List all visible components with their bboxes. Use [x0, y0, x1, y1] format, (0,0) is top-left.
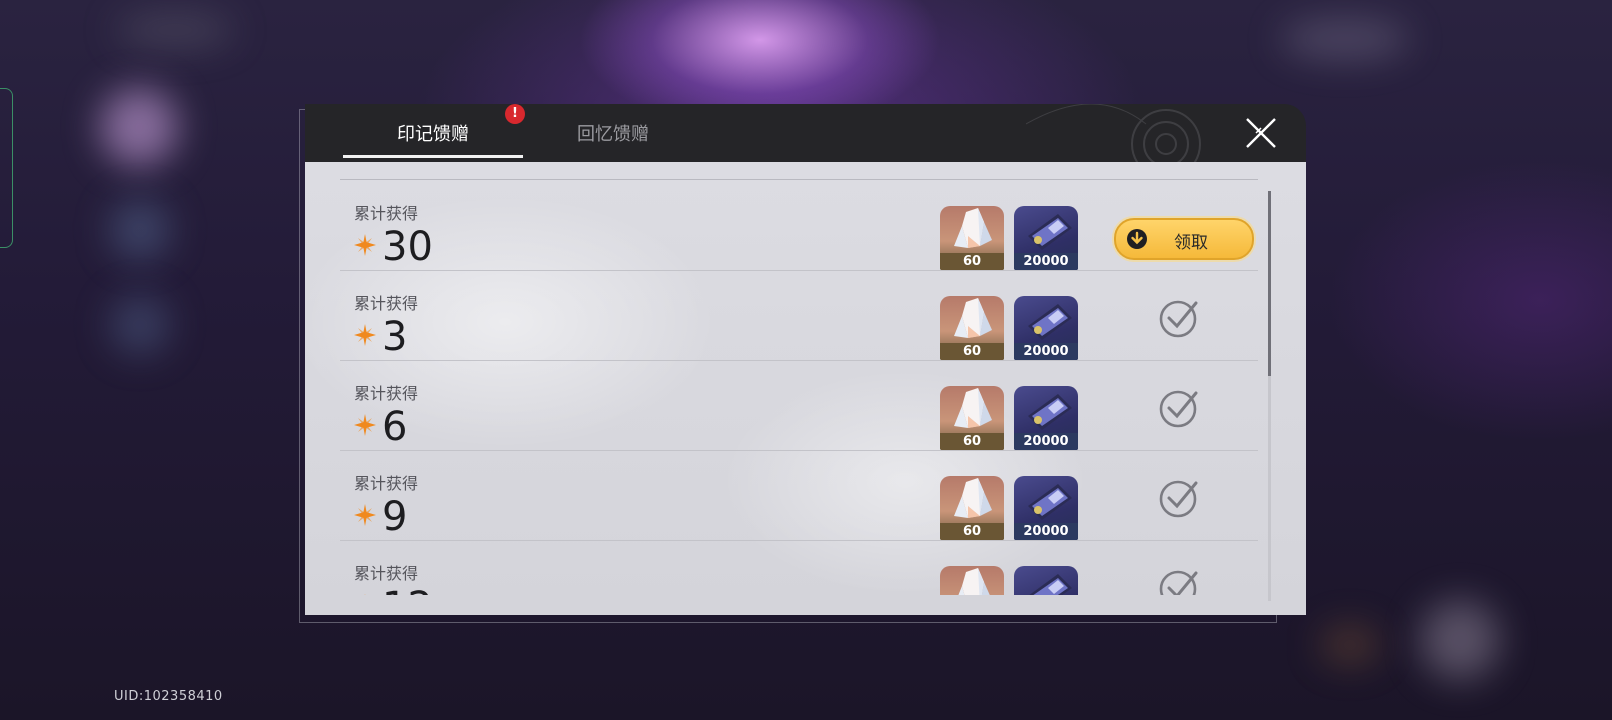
reward-item-crystal[interactable]: 60 [940, 296, 1004, 360]
claim-button-label: 领取 [1174, 233, 1208, 253]
reward-row: 累计获得 6 60 20000 [340, 360, 1258, 451]
cumulative-label: 累计获得 [354, 474, 419, 493]
reward-item-crystal[interactable]: 60 [940, 386, 1004, 450]
reward-item-ticket[interactable]: 20000 [1014, 476, 1078, 540]
cumulative-label: 累计获得 [354, 384, 419, 403]
required-count: 9 [382, 494, 408, 540]
required-count: 6 [382, 404, 408, 450]
reward-item-ticket[interactable]: 20000 [1014, 566, 1078, 595]
reward-item-ticket[interactable]: 20000 [1014, 206, 1078, 270]
required-count: 30 [382, 224, 433, 270]
bg-blur-item [110, 295, 170, 355]
item-quantity: 20000 [1014, 253, 1078, 270]
reward-item-crystal[interactable]: 60 [940, 206, 1004, 270]
cumulative-label: 累计获得 [354, 204, 419, 223]
tab-memory-gift[interactable]: 回忆馈赠 [523, 104, 703, 162]
check-circle-icon [1159, 390, 1198, 428]
reward-item-crystal[interactable]: 60 [940, 476, 1004, 540]
reward-list[interactable]: 累计获得 30 60 20000 领取 累计获得 3 60 20000 累计获得… [340, 180, 1258, 595]
star-icon [354, 324, 376, 346]
close-icon[interactable] [1244, 116, 1278, 150]
ticket-icon [1029, 574, 1072, 595]
star-icon [364, 594, 366, 595]
crystal-icon [954, 298, 992, 338]
reward-item-ticket[interactable]: 20000 [1014, 296, 1078, 360]
tab-mark-gift[interactable]: 印记馈赠 [343, 104, 523, 162]
ticket-icon [1028, 484, 1072, 520]
download-arrow-icon [1127, 229, 1147, 249]
scrollbar-thumb[interactable] [1268, 191, 1271, 376]
check-circle-icon [1159, 300, 1198, 338]
reward-dialog: 印记馈赠 ! 回忆馈赠 累计获得 30 60 20000 领取 累计获得 3 6… [305, 104, 1306, 615]
item-quantity: 60 [940, 523, 1004, 540]
reward-row: 累计获得 30 60 20000 领取 [340, 180, 1258, 271]
reward-item-ticket[interactable]: 20000 [1014, 386, 1078, 450]
header-decoration [1026, 104, 1201, 162]
star-icon [354, 234, 376, 256]
scrollbar[interactable] [1268, 191, 1271, 601]
required-count: 12 [382, 583, 433, 595]
bg-blur-item [115, 12, 235, 48]
ticket-icon [1028, 394, 1072, 430]
item-quantity: 20000 [1014, 523, 1078, 540]
bg-blur-item [100, 88, 178, 166]
cumulative-label: 累计获得 [354, 564, 419, 583]
dialog-header: 印记馈赠 ! 回忆馈赠 [305, 104, 1306, 162]
uid-label: UID:102358410 [114, 689, 223, 704]
bg-blur-item [1280, 18, 1410, 60]
reward-item-crystal[interactable]: 60 [940, 566, 1004, 595]
crystal-icon [958, 568, 990, 595]
claim-button[interactable]: 领取 [1114, 218, 1254, 260]
item-quantity: 60 [940, 253, 1004, 270]
check-circle-icon [1159, 570, 1198, 595]
reward-row: 累计获得 12 60 20000 [340, 540, 1258, 595]
side-panel-edge [0, 88, 13, 248]
star-icon [354, 504, 376, 526]
bg-blur-item [1420, 600, 1500, 680]
ticket-icon [1028, 214, 1072, 250]
crystal-icon [954, 388, 992, 428]
reward-row: 累计获得 9 60 20000 [340, 450, 1258, 541]
bg-blur-item [1320, 625, 1380, 665]
item-quantity: 60 [940, 433, 1004, 450]
check-circle-icon [1159, 480, 1198, 518]
star-icon [354, 414, 376, 436]
item-quantity: 20000 [1014, 433, 1078, 450]
required-count: 3 [382, 314, 408, 360]
dialog-body: 累计获得 30 60 20000 领取 累计获得 3 60 20000 累计获得… [305, 162, 1306, 615]
ticket-icon [1028, 304, 1072, 340]
cumulative-label: 累计获得 [354, 294, 419, 313]
reward-row: 累计获得 3 60 20000 [340, 270, 1258, 361]
bg-blur-item [110, 200, 170, 260]
crystal-icon [954, 478, 992, 518]
crystal-icon [954, 208, 992, 248]
item-quantity: 60 [940, 343, 1004, 360]
notification-badge: ! [505, 104, 525, 124]
item-quantity: 20000 [1014, 343, 1078, 360]
